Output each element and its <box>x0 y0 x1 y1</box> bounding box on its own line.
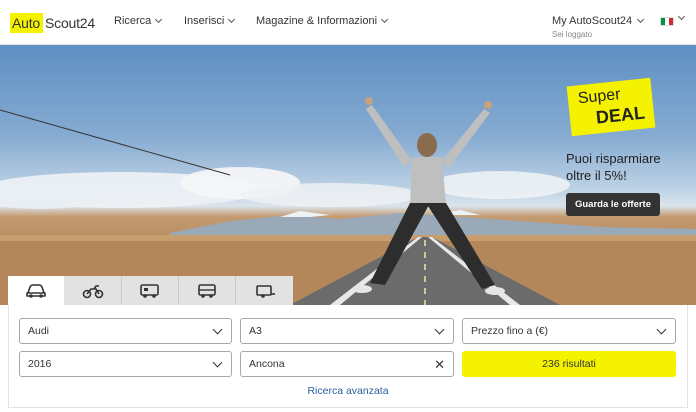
view-offers-button[interactable]: Guarda le offerte <box>566 193 660 216</box>
chevron-down-icon <box>212 324 223 335</box>
login-status: Sei loggato <box>552 30 593 39</box>
truck-icon <box>198 283 216 298</box>
vehicle-type-tabs <box>8 276 293 305</box>
model-select[interactable]: A3 <box>240 318 454 344</box>
nav-magazine-label: Magazine & Informazioni <box>256 15 378 27</box>
tab-motorbike[interactable] <box>65 276 122 305</box>
location-input[interactable]: Ancona ✕ <box>240 351 454 377</box>
year-value: 2016 <box>28 358 52 370</box>
show-results-button[interactable]: 236 risultati <box>462 351 676 377</box>
chevron-down-icon <box>212 357 223 368</box>
logo-auto: Auto <box>10 13 43 33</box>
make-select[interactable]: Audi <box>19 318 232 344</box>
advanced-search-link[interactable]: Ricerca avanzata <box>0 385 696 397</box>
model-value: A3 <box>249 325 262 337</box>
chevron-down-icon <box>228 15 236 23</box>
location-value: Ancona <box>249 358 285 370</box>
super-deal-badge: Super DEAL <box>566 77 656 137</box>
italy-flag-icon[interactable] <box>660 17 674 26</box>
tab-trailer[interactable] <box>236 276 293 305</box>
make-value: Audi <box>28 325 50 337</box>
autoscout24-logo[interactable]: Auto Scout24 <box>10 12 95 34</box>
chevron-down-icon <box>155 15 163 23</box>
logo-scout: Scout24 <box>45 15 95 31</box>
price-select[interactable]: Prezzo fino a (€) <box>462 318 676 344</box>
nav-inserisci[interactable]: Inserisci <box>184 15 236 27</box>
nav-magazine[interactable]: Magazine & Informazioni <box>256 15 389 27</box>
promo-text: Puoi risparmiare oltre il 5%! <box>566 150 696 184</box>
tab-camper[interactable] <box>122 276 179 305</box>
promo-line2: oltre il 5%! <box>566 168 627 183</box>
camper-icon <box>140 283 159 298</box>
promo-line1: Puoi risparmiare <box>566 151 661 166</box>
language-chevron-down-icon[interactable] <box>677 12 686 21</box>
my-account-menu[interactable]: My AutoScout24 <box>552 15 645 27</box>
deal-line2: DEAL <box>594 102 646 128</box>
nav-ricerca-label: Ricerca <box>114 15 152 27</box>
tab-car[interactable] <box>8 276 65 305</box>
chevron-down-icon <box>656 324 667 335</box>
clear-icon[interactable]: ✕ <box>434 357 445 373</box>
chevron-down-icon <box>637 15 645 23</box>
chevron-down-icon <box>381 15 389 23</box>
top-header: Auto Scout24 Ricerca Inserisci Magazine &… <box>0 0 696 45</box>
nav-inserisci-label: Inserisci <box>184 15 225 27</box>
car-icon <box>26 283 46 298</box>
trailer-icon <box>255 284 275 298</box>
nav-ricerca[interactable]: Ricerca <box>114 15 163 27</box>
tab-truck[interactable] <box>179 276 236 305</box>
motorbike-icon <box>82 284 104 298</box>
price-value: Prezzo fino a (€) <box>471 325 549 337</box>
year-select[interactable]: 2016 <box>19 351 232 377</box>
my-account-label: My AutoScout24 <box>552 15 633 27</box>
chevron-down-icon <box>434 324 445 335</box>
